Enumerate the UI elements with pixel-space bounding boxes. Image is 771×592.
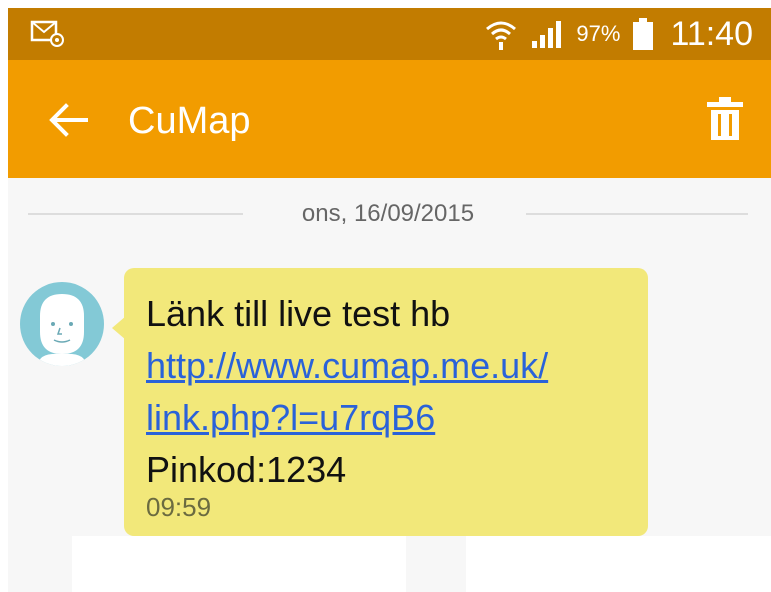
- message-text: Länk till live test hb http://www.cumap.…: [146, 288, 636, 496]
- message-bubble[interactable]: Länk till live test hb http://www.cumap.…: [124, 268, 648, 536]
- battery-percent: 97%: [576, 21, 621, 46]
- blank-area: [466, 536, 771, 592]
- clock: 11:40: [670, 14, 753, 53]
- phone-screen: 97% 11:40 CuMap ons, 16/09/2015 Länk til…: [8, 8, 771, 592]
- message-link-part2[interactable]: link.php?l=u7rqB6: [146, 392, 636, 444]
- status-bar: 97% 11:40: [8, 8, 771, 60]
- blank-area: [72, 536, 406, 592]
- date-divider: ons, 16/09/2015: [28, 194, 748, 234]
- conversation-title: CuMap: [128, 100, 251, 142]
- message-timestamp: 09:59: [146, 492, 212, 522]
- date-label: ons, 16/09/2015: [283, 200, 493, 227]
- message-pincode: Pinkod:1234: [146, 449, 347, 490]
- message-line: Länk till live test hb: [146, 293, 451, 334]
- person-face-icon: [38, 294, 86, 366]
- message-link-part1[interactable]: http://www.cumap.me.uk/: [146, 340, 636, 392]
- email-notification-icon: [30, 20, 64, 47]
- contact-avatar[interactable]: [20, 282, 104, 366]
- wifi-icon: [486, 21, 517, 50]
- signal-icon: [532, 21, 562, 48]
- action-bar: CuMap: [8, 60, 771, 178]
- trash-icon[interactable]: [705, 96, 745, 142]
- back-arrow-icon[interactable]: [46, 98, 90, 142]
- battery-icon: [633, 18, 654, 50]
